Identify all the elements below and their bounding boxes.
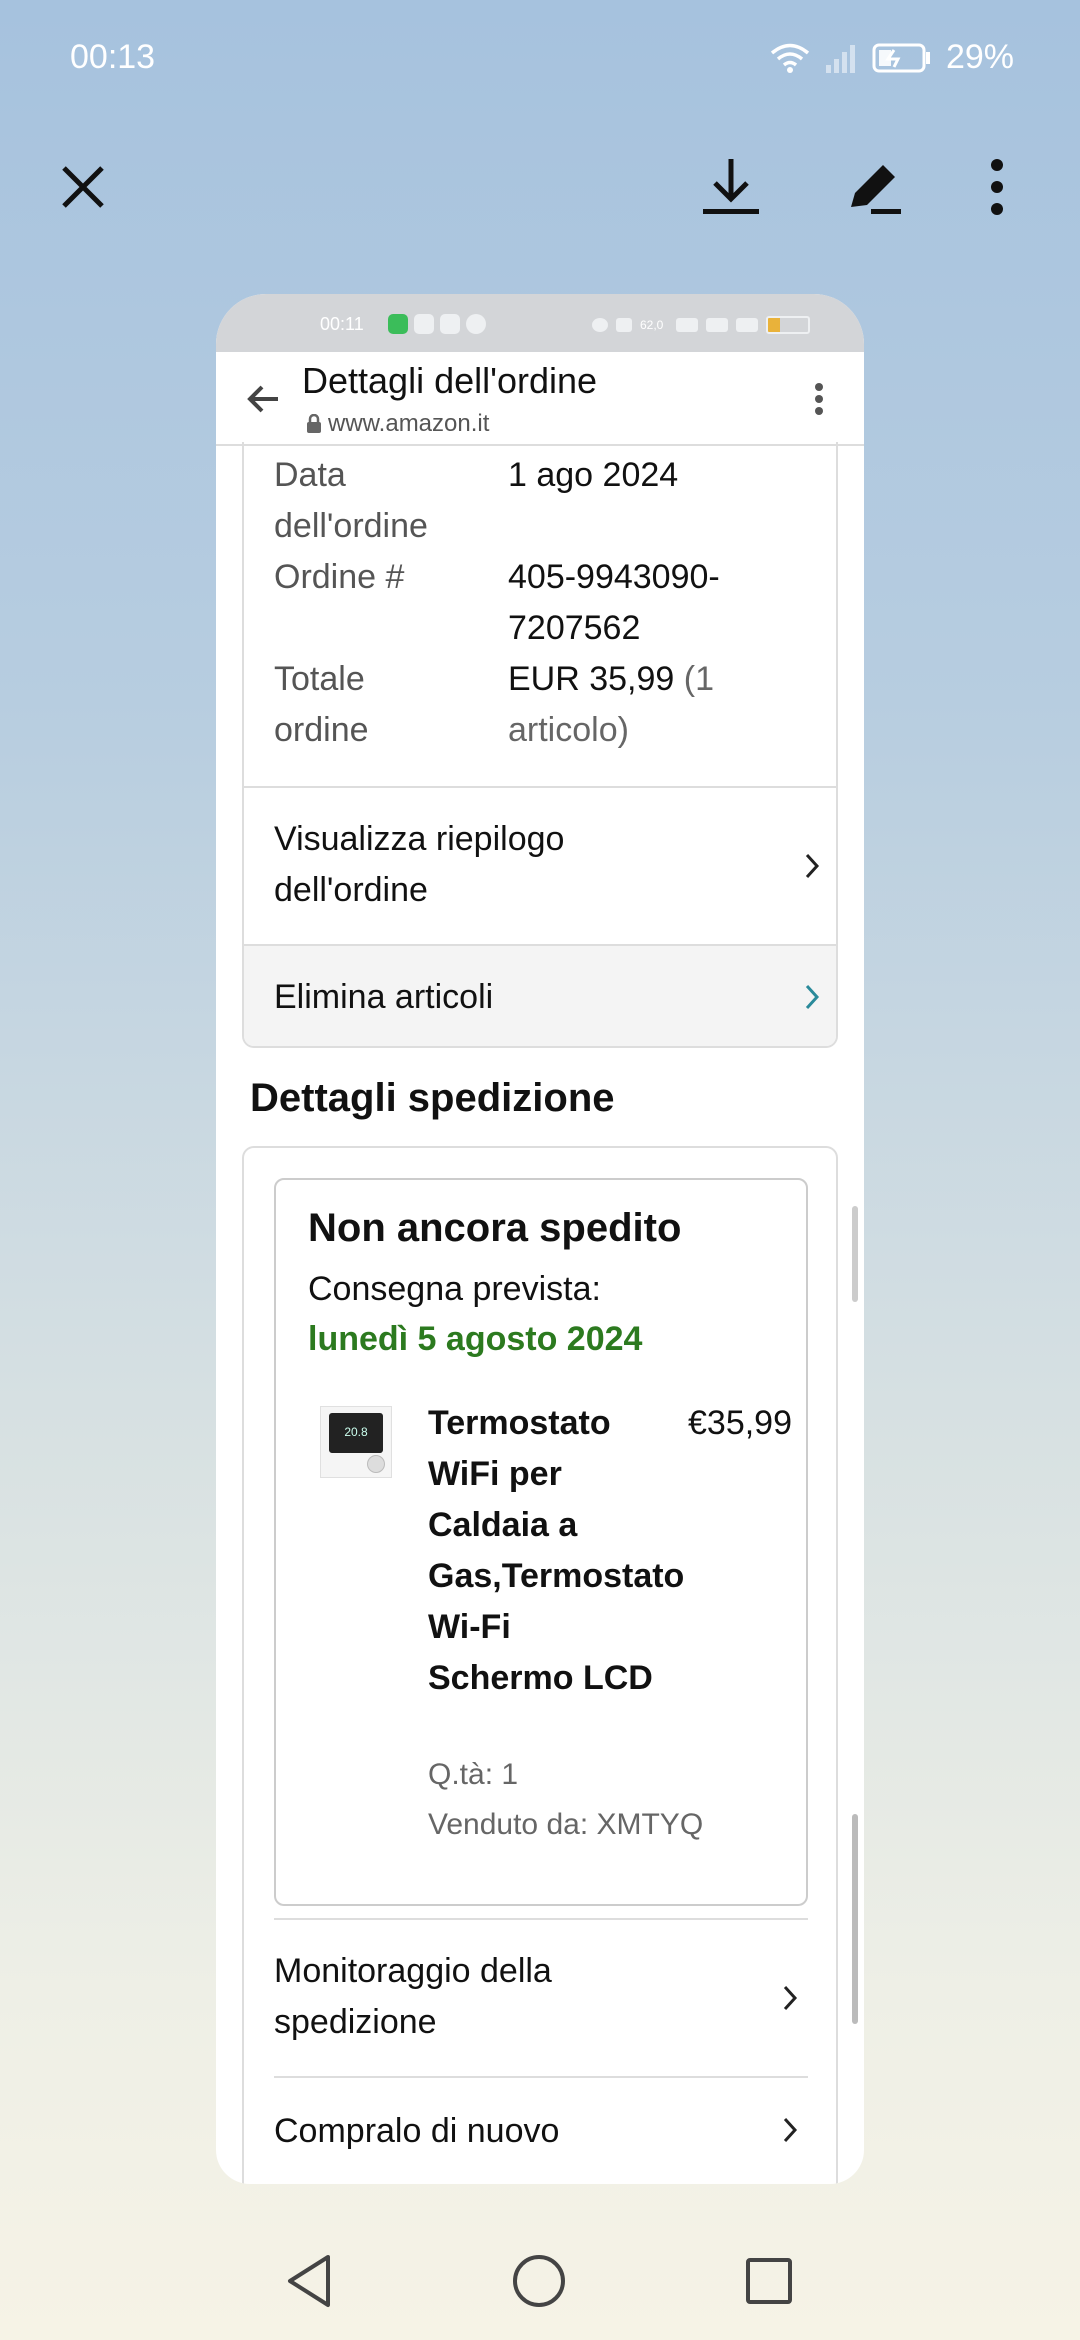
- buy-again-link[interactable]: Compralo di nuovo: [274, 2076, 808, 2182]
- close-button[interactable]: [38, 142, 128, 232]
- product-quantity: Q.tà: 1: [428, 1758, 519, 1791]
- circle-home-icon: [513, 2255, 565, 2307]
- edit-button[interactable]: [830, 142, 920, 232]
- chevron-right-icon: [805, 984, 820, 1010]
- inner-status-bar: 00:11 62,0: [216, 294, 864, 352]
- chevron-right-icon: [783, 2117, 798, 2143]
- order-date-label: Data dell'ordine: [274, 456, 428, 545]
- url-text: www.amazon.it: [328, 410, 490, 437]
- browser-header: Dettagli dell'ordine www.amazon.it: [216, 352, 864, 446]
- order-total-label: Totale ordine: [274, 660, 369, 749]
- download-icon: [703, 159, 759, 214]
- back-button[interactable]: [238, 374, 288, 424]
- more-vertical-icon: [815, 383, 823, 415]
- nav-home-button[interactable]: [494, 2236, 584, 2326]
- browser-menu-button[interactable]: [794, 374, 844, 424]
- vibrate-icon: [616, 318, 632, 332]
- product-price: €35,99: [688, 1404, 792, 1442]
- screenshot-preview: 00:11 62,0 Dettagli dell'ordine www.amaz…: [216, 294, 864, 2184]
- product-thumbnail[interactable]: 20.8: [320, 1406, 392, 1478]
- clock: 00:13: [70, 38, 156, 76]
- alarm-icon: [592, 318, 608, 332]
- skype-icon: [440, 314, 460, 334]
- order-info-box: Data dell'ordine 1 ago 2024 Ordine # 405…: [242, 442, 838, 1048]
- track-shipment-label: Monitoraggio della spedizione: [274, 1952, 552, 2041]
- app-notification-icon: [388, 314, 408, 334]
- more-vertical-icon: [991, 159, 1003, 215]
- product-seller: Venduto da: XMTYQ: [428, 1808, 704, 1841]
- thermostat-screen: 20.8: [329, 1413, 383, 1453]
- eta-label: Consegna prevista:: [308, 1270, 601, 1308]
- order-number-value: 405-9943090-7207562: [508, 558, 720, 647]
- track-shipment-link[interactable]: Monitoraggio della spedizione: [274, 1918, 808, 2076]
- signal-icon: [824, 43, 858, 73]
- delete-items-label: Elimina articoli: [274, 978, 494, 1016]
- thermostat-dial: [367, 1455, 385, 1473]
- order-number-label: Ordine #: [274, 558, 405, 596]
- inner-clock: 00:11: [320, 314, 364, 334]
- status-icons: 29%: [770, 38, 1014, 77]
- signal-icon: [706, 318, 728, 332]
- order-summary-link[interactable]: Visualizza riepilogo dell'ordine: [244, 786, 836, 944]
- shipping-box: Non ancora spedito Consegna prevista: lu…: [242, 1146, 838, 2184]
- inner-status-icons: 62,0: [592, 316, 810, 334]
- buy-again-label: Compralo di nuovo: [274, 2112, 560, 2150]
- wifi-icon: [676, 318, 698, 332]
- page-url: www.amazon.it: [306, 410, 489, 438]
- download-button[interactable]: [686, 142, 776, 232]
- wifi-icon: [770, 42, 810, 74]
- chevron-right-icon: [805, 853, 820, 879]
- chrome-icon: [466, 314, 486, 334]
- triangle-back-icon: [288, 2255, 330, 2307]
- back-arrow-icon: [247, 385, 278, 413]
- page-content: Data dell'ordine 1 ago 2024 Ordine # 405…: [216, 442, 864, 2184]
- more-options-button[interactable]: [952, 142, 1042, 232]
- shipment-card: Non ancora spedito Consegna prevista: lu…: [274, 1178, 808, 1906]
- product-name[interactable]: Termostato WiFi per Caldaia a Gas,Termos…: [428, 1398, 684, 1704]
- eta-date: lunedì 5 agosto 2024: [308, 1320, 643, 1358]
- lock-icon: [307, 414, 321, 433]
- thermostat-display-text: 20.8: [344, 1425, 368, 1439]
- close-icon: [62, 166, 104, 208]
- nav-back-button[interactable]: [264, 2236, 354, 2326]
- battery-icon: [872, 42, 932, 74]
- status-bar: 00:13 29%: [0, 0, 1080, 120]
- battery-percent: 29%: [945, 38, 1014, 76]
- scrollbar-thumb[interactable]: [852, 1206, 858, 1302]
- edit-icon: [851, 165, 901, 214]
- order-summary-label: Visualizza riepilogo dell'ordine: [274, 820, 565, 909]
- chevron-right-icon: [783, 1985, 798, 2011]
- scrollbar-thumb[interactable]: [852, 1814, 858, 2024]
- nav-recents-button[interactable]: [724, 2236, 814, 2326]
- page-title: Dettagli dell'ordine: [302, 360, 598, 401]
- order-total-value: EUR 35,99: [508, 660, 675, 698]
- battery-icon: [766, 316, 810, 334]
- order-date-value: 1 ago 2024: [508, 456, 679, 494]
- shipment-status: Non ancora spedito: [308, 1206, 682, 1250]
- square-recents-icon: [746, 2258, 792, 2304]
- signal-icon: [736, 318, 758, 332]
- order-total: EUR 35,99 (1 articolo): [508, 654, 828, 756]
- delete-items-link[interactable]: Elimina articoli: [244, 944, 836, 1046]
- notification-icon: [414, 314, 434, 334]
- shipping-section-title: Dettagli spedizione: [250, 1076, 615, 1120]
- network-speed: 62,0: [640, 318, 664, 332]
